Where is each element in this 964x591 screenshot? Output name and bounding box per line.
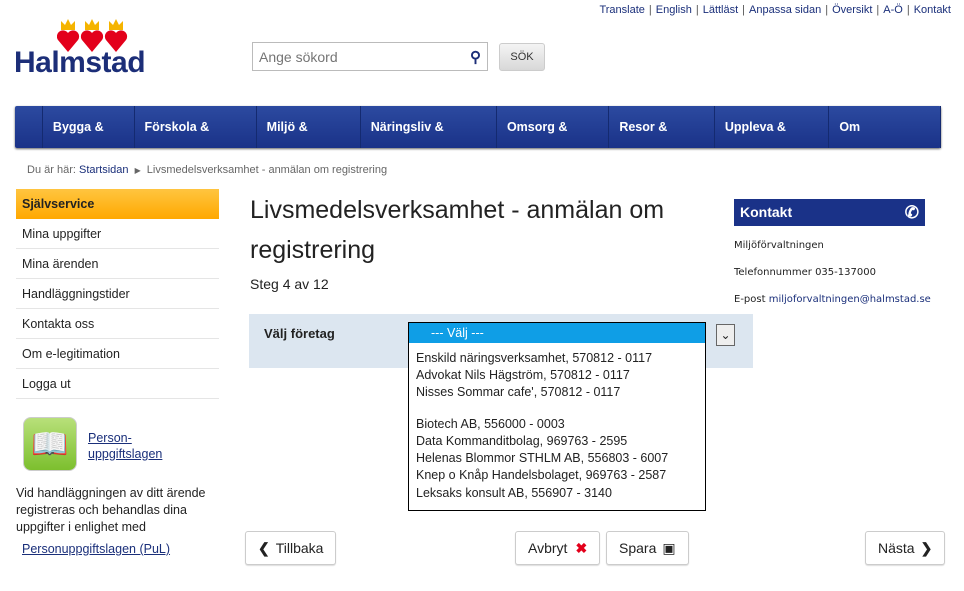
nav-resor-trafik[interactable]: Resor & Trafik xyxy=(609,106,715,176)
contact-email-link[interactable]: miljoforvaltningen@halmstad.se xyxy=(769,294,931,305)
search-button[interactable]: SÖK xyxy=(499,43,545,71)
link-english[interactable]: English xyxy=(656,4,692,16)
nav-naringsliv-arbete[interactable]: Näringsliv & Arbete xyxy=(361,106,497,176)
search-box: ⚲ xyxy=(252,42,488,71)
nav-miljo-energi[interactable]: Miljö & Energi xyxy=(257,106,361,176)
sidebar-item-om-e-legitimation[interactable]: Om e-legitimation xyxy=(16,339,219,369)
breadcrumb-arrow-icon: ▶ xyxy=(134,166,141,175)
sidebar-item-handlaggningstider[interactable]: Handläggningstider xyxy=(16,279,219,309)
nav-bygga-bo[interactable]: Bygga & Bo xyxy=(43,106,135,176)
chevron-left-icon: ❮ xyxy=(258,540,270,556)
chevron-right-icon: ❯ xyxy=(920,540,933,556)
select-option[interactable]: Data Kommanditbolag, 969763 - 2595 xyxy=(409,433,705,450)
select-option[interactable]: Helenas Blommor STHLM AB, 556803 - 6007 xyxy=(409,450,705,467)
back-button[interactable]: ❮ Tillbaka xyxy=(245,531,337,565)
nav-forskola-skola[interactable]: Förskola & Skola xyxy=(135,106,257,176)
sidebar-item-mina-uppgifter[interactable]: Mina uppgifter xyxy=(16,219,219,249)
select-option[interactable]: Leksaks konsult AB, 556907 - 3140 xyxy=(409,485,705,502)
sidebar: Självservice Mina uppgifter Mina ärenden… xyxy=(16,189,219,399)
sidebar-item-mina-arenden[interactable]: Mina ärenden xyxy=(16,249,219,279)
nav-omsorg-stod[interactable]: Omsorg & Stöd xyxy=(497,106,610,176)
step-indicator: Steg 4 av 12 xyxy=(250,276,329,292)
contact-org: Miljöförvaltningen xyxy=(734,240,824,251)
select-option[interactable]: Knep o Knåp Handelsbolaget, 969763 - 258… xyxy=(409,467,705,484)
floppy-disk-icon: ▣ xyxy=(662,540,676,556)
contact-heading: Kontakt ✆ xyxy=(734,199,925,226)
select-option[interactable]: Nisses Sommar cafe', 570812 - 0117 xyxy=(409,384,705,401)
company-field-label: Välj företag xyxy=(264,326,335,341)
breadcrumb-current: Livsmedelsverksamhet - anmälan om regist… xyxy=(146,164,388,176)
search-input[interactable] xyxy=(253,43,453,70)
halmstad-logo[interactable]: Halmstad xyxy=(14,18,149,80)
breadcrumb-home[interactable]: Startsidan xyxy=(79,164,129,176)
select-option[interactable]: Biotech AB, 556000 - 0003 xyxy=(409,416,705,433)
chevron-down-icon[interactable]: ⌄ xyxy=(716,324,735,346)
save-button[interactable]: Spara ▣ xyxy=(606,531,689,565)
book-icon[interactable]: 📖 xyxy=(23,417,77,471)
nav-uppleva-gora[interactable]: Uppleva & Göra xyxy=(715,106,830,176)
select-option[interactable]: Enskild näringsverksamhet, 570812 - 0117 xyxy=(409,350,705,367)
link-a-o[interactable]: A-Ö xyxy=(883,4,903,16)
top-links: Translate | English | Lättläst | Anpassa sidan… xyxy=(599,4,951,16)
link-oversikt[interactable]: Översikt xyxy=(832,4,872,16)
page-title: Livsmedelsverksamhet - anmälan om regist… xyxy=(250,196,665,264)
sidebar-heading[interactable]: Självservice xyxy=(16,189,219,219)
link-anpassa[interactable]: Anpassa sidan xyxy=(749,4,821,16)
next-button[interactable]: Nästa ❯ xyxy=(865,531,946,565)
pul-link[interactable]: Personuppgiftslagen (PuL) xyxy=(22,542,170,556)
phone-icon: ✆ xyxy=(904,203,919,222)
select-option-selected[interactable]: --- Välj --- xyxy=(409,323,705,343)
link-kontakt[interactable]: Kontakt xyxy=(914,4,951,16)
contact-email-row: E-post miljoforvaltningen@halmstad.se xyxy=(734,294,931,305)
main-nav: Bygga & Bo Förskola & Skola Miljö & Ener… xyxy=(15,106,942,176)
cancel-button[interactable]: Avbryt ✖ xyxy=(515,531,601,565)
sidebar-item-logga-ut[interactable]: Logga ut xyxy=(16,369,219,399)
company-select-dropdown[interactable]: --- Välj --- Enskild näringsverksamhet, … xyxy=(408,322,706,511)
breadcrumb: Du är här: Startsidan ▶ Livsmedelsverksa… xyxy=(27,164,387,176)
close-icon: ✖ xyxy=(575,540,588,556)
sidebar-item-kontakta-oss[interactable]: Kontakta oss xyxy=(16,309,219,339)
link-translate[interactable]: Translate xyxy=(599,4,644,16)
link-lattlast[interactable]: Lättläst xyxy=(703,4,738,16)
sidebar-text: Vid handläggningen av ditt ärende regist… xyxy=(16,486,206,534)
logo-text: Halmstad xyxy=(14,46,146,79)
search-icon[interactable]: ⚲ xyxy=(470,48,481,66)
select-option[interactable]: Advokat Nils Hägström, 570812 - 0117 xyxy=(409,367,705,384)
nav-lead xyxy=(15,106,43,148)
pul-link-icon-text[interactable]: Person-uppgiftslagen xyxy=(88,430,162,462)
contact-phone: Telefonnummer 035-137000 xyxy=(734,267,876,278)
breadcrumb-prefix: Du är här: xyxy=(27,164,76,176)
select-option-blank[interactable] xyxy=(409,401,705,416)
nav-om-kommunen[interactable]: Om kommunen xyxy=(829,106,942,176)
